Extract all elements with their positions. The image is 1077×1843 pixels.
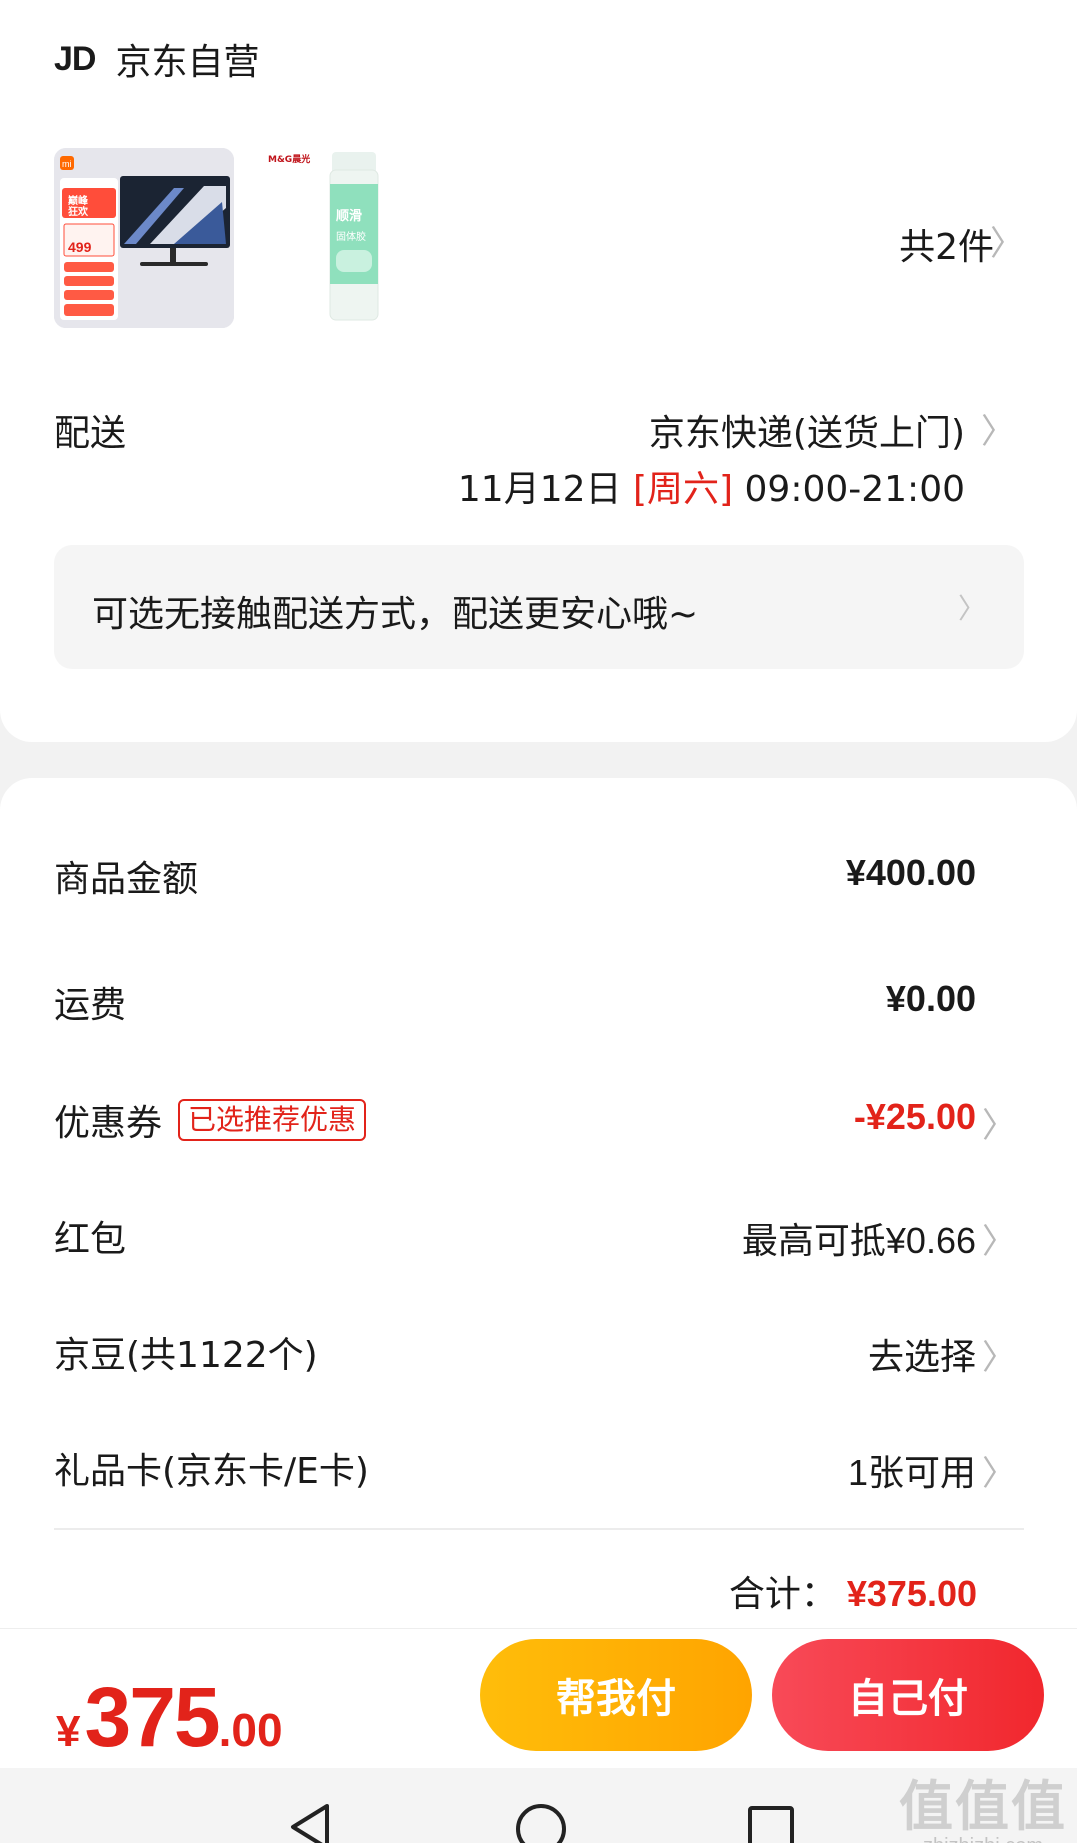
shipping-method[interactable]: 京东快递(送货上门) [649, 404, 965, 456]
freight-row: 运费 ¥0.00 [54, 976, 1024, 1036]
jd-logo-icon: JD [54, 39, 96, 78]
svg-text:mi: mi [62, 159, 72, 169]
watermark-logo: 值值值 [899, 1775, 1067, 1838]
recommended-coupon-badge: 已选推荐优惠 [178, 1099, 367, 1141]
svg-text:固体胶: 固体胶 [336, 230, 366, 243]
pay-myself-button[interactable]: 自己付 [772, 1639, 1044, 1751]
divider [54, 1528, 1024, 1530]
product-list[interactable]: mi 巅峰 狂欢 499 M&G晨光 顺滑 固体胶 共2件 〉 [54, 148, 1024, 328]
payable-integer: 375 [84, 1670, 220, 1764]
jd-beans-row[interactable]: 京豆(共1122个) 去选择 〉 [54, 1326, 1024, 1386]
shipping-label: 配送 [54, 413, 127, 454]
payable-decimal: .00 [218, 1704, 283, 1756]
help-me-pay-button[interactable]: 帮我付 [480, 1639, 752, 1751]
chevron-right-icon[interactable]: 〉 [982, 1446, 1016, 1495]
home-icon[interactable] [516, 1804, 566, 1843]
contactless-delivery-notice[interactable]: 可选无接触配送方式，配送更安心哦~ 〉 [54, 545, 1024, 669]
glue-stick-product-image[interactable]: M&G晨光 顺滑 固体胶 [264, 148, 444, 328]
jd-beans-value[interactable]: 去选择 [868, 1328, 976, 1380]
watermark: 值值值 zhizhizhi.com [899, 1762, 1067, 1843]
svg-text:顺滑: 顺滑 [336, 208, 362, 224]
item-count: 共2件 [899, 227, 994, 268]
goods-amount-value: ¥400.00 [845, 852, 976, 893]
chevron-right-icon[interactable]: 〉 [982, 1330, 1016, 1379]
freight-label: 运费 [54, 985, 127, 1026]
subtotal-label: 合计： [728, 1574, 837, 1615]
coupon-label-group: 优惠券 已选推荐优惠 [54, 1094, 367, 1146]
gift-card-label: 礼品卡(京东卡/E卡) [54, 1451, 369, 1492]
delivery-weekday: [周六] [632, 469, 734, 510]
chevron-right-icon: 〉 [957, 592, 986, 625]
shop-name: 京东自营 [115, 42, 260, 83]
order-items-card: JD 京东自营 mi 巅峰 狂欢 499 M&G晨光 顺滑 固体胶 共2件 〉 … [0, 0, 1077, 742]
gift-card-value[interactable]: 1张可用 [848, 1444, 976, 1496]
watermark-url: zhizhizhi.com [899, 1835, 1067, 1843]
goods-amount-row: 商品金额 ¥400.00 [54, 850, 1024, 910]
checkout-bar: ¥ 375 .00 帮我付 自己付 [0, 1628, 1077, 1768]
notice-text: 可选无接触配送方式，配送更安心哦~ [92, 594, 699, 635]
monitor-product-image[interactable]: mi 巅峰 狂欢 499 [54, 148, 234, 328]
delivery-date: 11月12日 [457, 469, 622, 510]
freight-value: ¥0.00 [885, 978, 976, 1019]
goods-amount-label: 商品金额 [54, 859, 199, 900]
red-packet-label: 红包 [54, 1219, 127, 1260]
coupon-value[interactable]: -¥25.00 [854, 1096, 976, 1138]
delivery-window: 09:00-21:00 [744, 469, 965, 510]
chevron-right-icon[interactable]: 〉 [982, 1214, 1016, 1263]
chevron-right-icon[interactable]: 〉 [982, 1098, 1016, 1147]
delivery-time[interactable]: 11月12日 [周六] 09:00-21:00 [458, 460, 965, 512]
monitor-price-tag: 499 [68, 239, 92, 255]
payable-amount: ¥ 375 .00 [56, 1669, 283, 1766]
shop-header: JD 京东自营 [54, 32, 259, 86]
chevron-right-icon: 〉 [990, 224, 1024, 264]
red-packet-value[interactable]: 最高可抵¥0.66 [742, 1212, 976, 1264]
subtotal-line: 合计： ¥375.00 [729, 1565, 977, 1617]
red-packet-row[interactable]: 红包 最高可抵¥0.66 〉 [54, 1210, 1024, 1270]
gift-card-row[interactable]: 礼品卡(京东卡/E卡) 1张可用 〉 [54, 1442, 1024, 1502]
coupon-row[interactable]: 优惠券 已选推荐优惠 -¥25.00 〉 [54, 1094, 1024, 1154]
svg-text:巅峰: 巅峰 [68, 194, 89, 207]
jd-beans-label: 京豆(共1122个) [54, 1335, 318, 1376]
svg-text:狂欢: 狂欢 [68, 205, 89, 218]
back-icon[interactable] [287, 1802, 331, 1843]
subtotal-value: ¥375.00 [846, 1573, 977, 1614]
svg-text:M&G晨光: M&G晨光 [268, 153, 310, 165]
chevron-right-icon[interactable]: 〉 [981, 404, 1015, 453]
coupon-label: 优惠券 [54, 1103, 163, 1144]
currency-symbol: ¥ [56, 1707, 81, 1756]
recent-apps-icon[interactable] [748, 1806, 794, 1843]
